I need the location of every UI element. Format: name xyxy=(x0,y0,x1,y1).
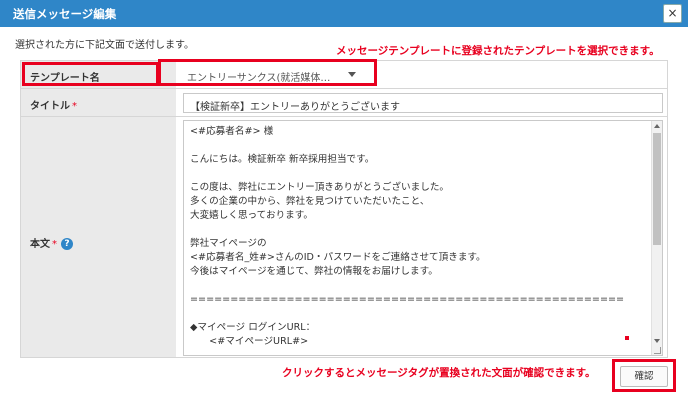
message-form: テンプレート名 エントリーサンクス(就活媒体… タイトル * 【検証新卒】エントリ… xyxy=(20,60,668,358)
confirm-button[interactable]: 確認 xyxy=(620,366,668,387)
close-icon[interactable]: × xyxy=(667,6,677,20)
annotation-marker xyxy=(625,336,629,340)
body-label: 本文 *? xyxy=(30,235,73,250)
scroll-down-icon[interactable] xyxy=(654,339,660,343)
close-button[interactable]: × xyxy=(663,4,682,23)
scroll-up-icon[interactable] xyxy=(654,124,660,128)
title-label: タイトル * xyxy=(30,97,77,112)
dialog-titlebar: 送信メッセージ編集 × xyxy=(0,0,688,27)
template-label-highlight xyxy=(22,62,159,86)
instruction-text: 選択された方に下記文面で送付します。 xyxy=(15,40,194,51)
body-scrollbar[interactable] xyxy=(651,121,662,355)
row-divider xyxy=(21,88,667,89)
required-mark: * xyxy=(52,239,57,250)
question-circle-icon[interactable]: ? xyxy=(61,238,73,250)
resize-grip-icon[interactable] xyxy=(654,347,661,354)
template-select-highlight xyxy=(158,59,377,86)
required-mark: * xyxy=(72,101,77,112)
confirm-annotation: クリックするとメッセージタグが置換された文面が確認できます。 xyxy=(282,367,596,379)
title-label-text: タイトル xyxy=(30,101,70,112)
scroll-thumb[interactable] xyxy=(653,133,661,245)
body-textarea[interactable]: <#応募者名#> 様 こんにちは。検証新卒 新卒採用担当です。 この度は、弊社に… xyxy=(183,120,663,356)
dialog-title: 送信メッセージ編集 xyxy=(13,7,117,21)
template-annotation: メッセージテンプレートに登録されたテンプレートを選択できます。 xyxy=(336,45,660,57)
row-divider xyxy=(21,116,667,117)
title-input[interactable]: 【検証新卒】エントリーありがとうございます xyxy=(183,93,663,113)
body-text: <#応募者名#> 様 こんにちは。検証新卒 新卒採用担当です。 この度は、弊社に… xyxy=(190,126,625,347)
body-label-text: 本文 xyxy=(30,239,50,250)
title-input-value: 【検証新卒】エントリーありがとうございます xyxy=(190,102,400,113)
